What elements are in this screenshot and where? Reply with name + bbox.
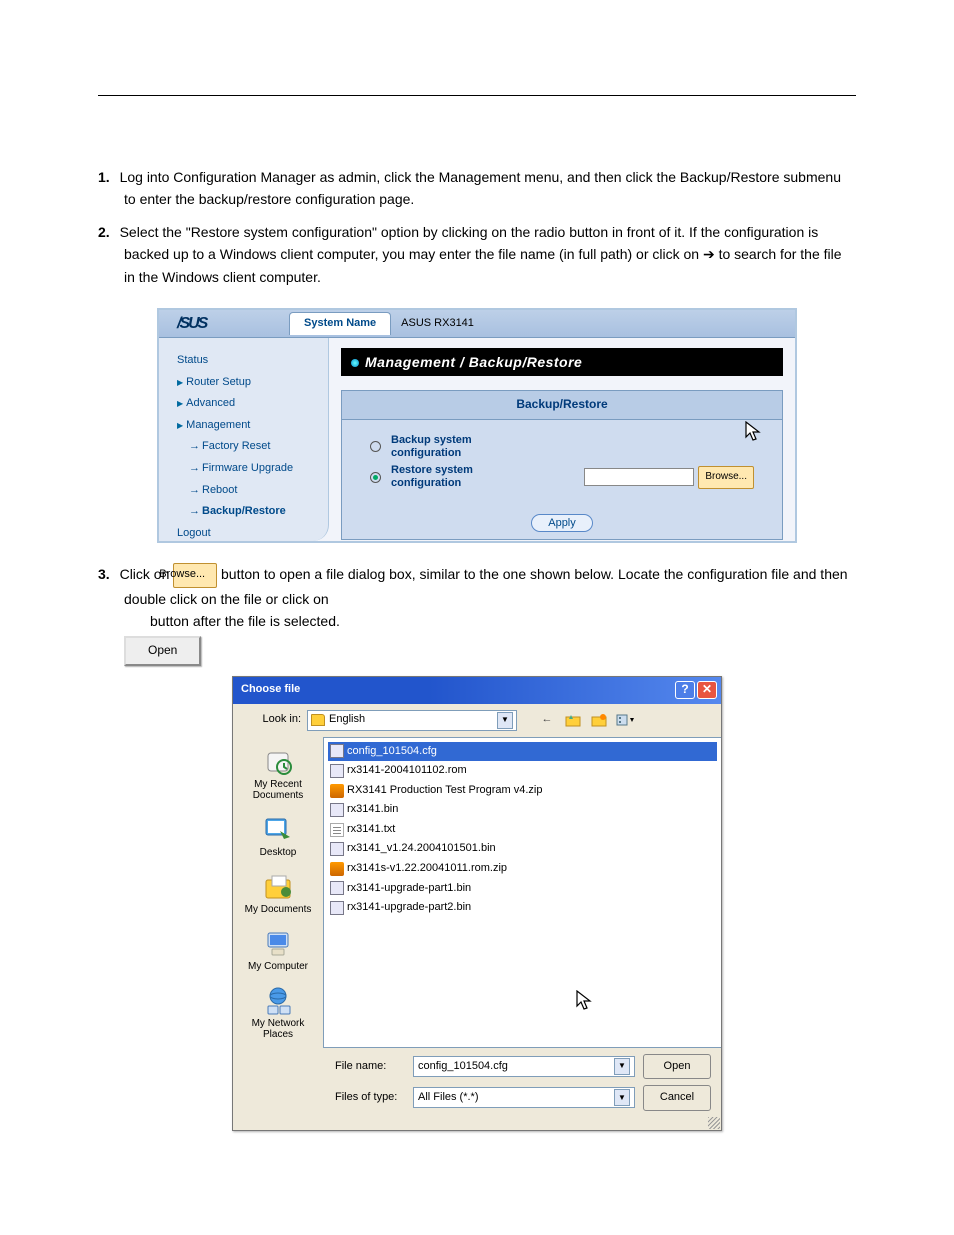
- list-item[interactable]: rx3141_v1.24.2004101501.bin: [328, 839, 717, 859]
- list-item[interactable]: rx3141-upgrade-part1.bin: [328, 879, 717, 899]
- sidebar-management[interactable]: Management: [177, 415, 328, 437]
- filename-label: File name:: [335, 1058, 405, 1076]
- chevron-down-icon[interactable]: ▼: [497, 712, 513, 729]
- sidebar-reboot[interactable]: Reboot: [177, 480, 328, 502]
- system-name-tab[interactable]: System Name: [289, 312, 391, 335]
- router-config-screenshot: /SUS System Name ASUS RX3141 Status Rout…: [157, 308, 797, 543]
- lookin-label: Look in:: [241, 711, 301, 729]
- step-3-part2: button to open a file dialog box, simila…: [124, 566, 848, 607]
- filetype-select[interactable]: All Files (*.*)▼: [413, 1087, 635, 1108]
- bin-icon: [330, 803, 344, 817]
- list-item[interactable]: rx3141-upgrade-part2.bin: [328, 898, 717, 918]
- inline-open-button[interactable]: Open: [124, 636, 201, 665]
- radio-backup[interactable]: [370, 441, 381, 452]
- cfg-icon: [330, 744, 344, 758]
- list-item[interactable]: rx3141s-v1.22.20041011.rom.zip: [328, 859, 717, 879]
- sidebar-status[interactable]: Status: [177, 350, 328, 372]
- sidebar-logout[interactable]: Logout: [177, 523, 328, 545]
- list-item[interactable]: rx3141.txt: [328, 820, 717, 840]
- file-list: config_101504.cfg rx3141-2004101102.rom …: [323, 737, 721, 1048]
- sidebar-backup-restore[interactable]: Backup/Restore: [177, 501, 328, 523]
- system-name-value: ASUS RX3141: [401, 315, 474, 333]
- content-title: Management / Backup/Restore: [341, 348, 783, 376]
- apply-button[interactable]: Apply: [531, 514, 593, 532]
- help-icon[interactable]: ?: [675, 681, 695, 699]
- sidebar-firmware-upgrade[interactable]: Firmware Upgrade: [177, 458, 328, 480]
- close-icon[interactable]: ✕: [697, 681, 717, 699]
- place-network[interactable]: My Network Places: [235, 980, 321, 1044]
- list-item[interactable]: RX3141 Production Test Program v4.zip: [328, 781, 717, 801]
- bin-icon: [330, 881, 344, 895]
- panel-header: Backup/Restore: [341, 390, 783, 419]
- views-icon[interactable]: [615, 710, 635, 730]
- zip-icon: [330, 862, 344, 876]
- place-documents[interactable]: My Documents: [235, 866, 321, 919]
- back-icon[interactable]: ←: [537, 710, 557, 730]
- asus-logo: /SUS: [159, 311, 269, 335]
- arrow-icon: ➔: [703, 246, 715, 262]
- rom-icon: [330, 764, 344, 778]
- inline-browse-button[interactable]: Browse...: [173, 563, 217, 588]
- option-backup-label: Backup system configuration: [391, 434, 531, 460]
- bin-icon: [330, 842, 344, 856]
- restore-file-input[interactable]: [584, 468, 694, 486]
- open-button[interactable]: Open: [643, 1054, 711, 1080]
- header-divider: [98, 95, 856, 96]
- radio-restore[interactable]: [370, 472, 381, 483]
- chevron-down-icon[interactable]: ▼: [614, 1089, 630, 1106]
- up-folder-icon[interactable]: [563, 710, 583, 730]
- list-item[interactable]: rx3141.bin: [328, 800, 717, 820]
- dialog-title: Choose file: [241, 681, 300, 699]
- bin-icon: [330, 901, 344, 915]
- step-2: 2. Select the "Restore system configurat…: [98, 221, 856, 288]
- filename-input[interactable]: config_101504.cfg▼: [413, 1056, 635, 1077]
- place-recent[interactable]: My Recent Documents: [235, 741, 321, 805]
- list-item[interactable]: config_101504.cfg: [328, 742, 717, 762]
- folder-icon: [311, 714, 325, 726]
- sidebar-router-setup[interactable]: Router Setup: [177, 372, 328, 394]
- step-1: 1. Log into Configuration Manager as adm…: [98, 166, 856, 211]
- step-3-part3: button after the file is selected.: [150, 613, 340, 629]
- filetype-label: Files of type:: [335, 1089, 405, 1107]
- cancel-button[interactable]: Cancel: [643, 1085, 711, 1111]
- resize-grip-icon[interactable]: [708, 1117, 720, 1129]
- router-sidebar: Status Router Setup Advanced Management …: [159, 338, 329, 541]
- step-2-number: 2.: [98, 224, 110, 240]
- place-computer[interactable]: My Computer: [235, 923, 321, 976]
- place-desktop[interactable]: Desktop: [235, 809, 321, 862]
- lookin-select[interactable]: English ▼: [307, 710, 517, 731]
- cursor-icon: [576, 990, 594, 1012]
- sidebar-advanced[interactable]: Advanced: [177, 393, 328, 415]
- step-1-number: 1.: [98, 169, 110, 185]
- lookin-value: English: [329, 711, 365, 729]
- step-1-text: Log into Configuration Manager as admin,…: [120, 169, 841, 207]
- zip-icon: [330, 784, 344, 798]
- option-restore-label: Restore system configuration: [391, 464, 531, 490]
- choose-file-dialog: Choose file ? ✕ Look in: English ▼ ←: [232, 676, 722, 1131]
- new-folder-icon[interactable]: [589, 710, 609, 730]
- chevron-down-icon[interactable]: ▼: [614, 1058, 630, 1075]
- sidebar-factory-reset[interactable]: Factory Reset: [177, 436, 328, 458]
- browse-button[interactable]: Browse...: [698, 466, 754, 489]
- step-3-number: 3.: [98, 566, 110, 582]
- txt-icon: [330, 823, 344, 837]
- list-item[interactable]: rx3141-2004101102.rom: [328, 761, 717, 781]
- step-3: 3. Click on Browse... button to open a f…: [98, 563, 856, 632]
